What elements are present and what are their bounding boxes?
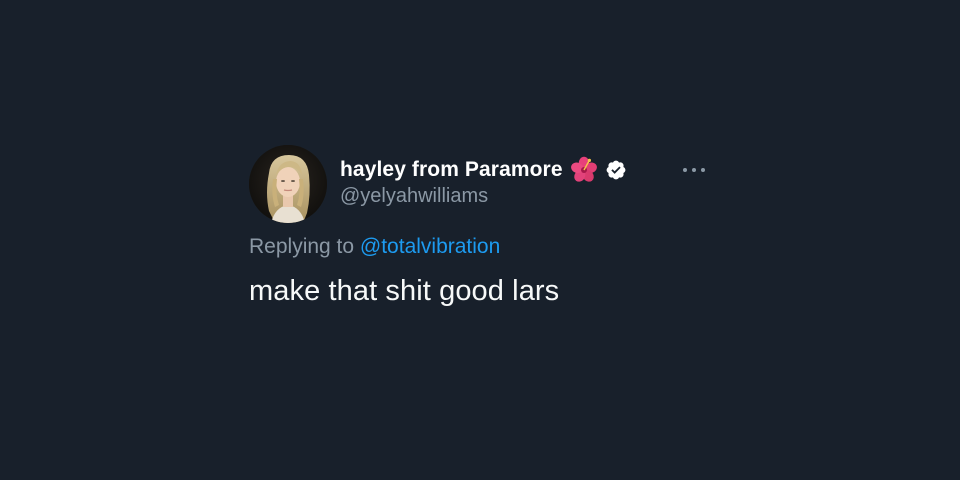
replying-to-label: Replying to: [249, 235, 355, 258]
author-names: hayley from Paramore @yelyahwilliams: [340, 156, 627, 208]
more-options-icon: [683, 168, 705, 172]
author-display-name[interactable]: hayley from Paramore: [340, 158, 563, 182]
tweet-text: make that shit good lars: [249, 275, 560, 307]
tweet-header: hayley from Paramore @yelyahwilliams: [249, 145, 711, 223]
author-name-row[interactable]: hayley from Paramore: [340, 156, 627, 184]
verified-badge-icon: [605, 159, 627, 181]
replying-to-handle-link[interactable]: @totalvibration: [360, 235, 500, 258]
avatar-photo: [249, 145, 327, 223]
author-handle[interactable]: @yelyahwilliams: [340, 185, 627, 208]
hibiscus-icon: [570, 156, 598, 184]
avatar[interactable]: [249, 145, 327, 223]
replying-to-line: Replying to @totalvibration: [249, 235, 711, 259]
more-options-button[interactable]: [677, 157, 711, 183]
tweet-card: hayley from Paramore @yelyahwilliams Rep…: [249, 145, 711, 308]
